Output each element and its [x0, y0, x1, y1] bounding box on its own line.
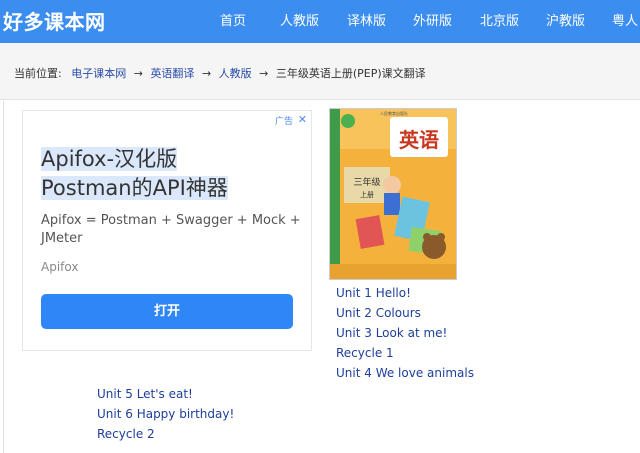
unit-link[interactable]: Unit 2 Colours [336, 306, 421, 320]
breadcrumb-arrow-icon: → [133, 67, 143, 80]
nav-item-home[interactable]: 首页 [220, 0, 246, 43]
book-volume: 上册 [360, 190, 374, 199]
book-title: 英语 [399, 128, 439, 152]
unit-list-left: Unit 5 Let's eat! Unit 6 Happy birthday!… [97, 387, 297, 447]
breadcrumb-link-home[interactable]: 电子课本网 [71, 67, 126, 80]
nav-item-yueren[interactable]: 粤人 [612, 0, 638, 43]
site-logo[interactable]: 好多课本网 [3, 6, 106, 35]
unit-link[interactable]: Unit 3 Look at me! [336, 326, 447, 340]
nav-item-renjiao[interactable]: 人教版 [280, 0, 319, 43]
breadcrumb-prefix: 当前位置: [14, 67, 62, 80]
ad-title[interactable]: Apifox-汉化版 Postman的API神器 [41, 145, 301, 203]
ad-label: 广告 [274, 117, 293, 127]
unit-link[interactable]: Unit 6 Happy birthday! [97, 407, 234, 421]
breadcrumb-link-english[interactable]: 英语翻译 [150, 67, 194, 80]
breadcrumb: 当前位置: 电子课本网 → 英语翻译 → 人教版 → 三年级英语上册(PEP)课… [0, 43, 640, 100]
top-nav-bar: 好多课本网 首页 人教版 译林版 外研版 北京版 沪教版 粤人 [0, 0, 640, 43]
unit-link[interactable]: Unit 1 Hello! [336, 286, 411, 300]
book-cover-illustration: 英语 人民教育出版社 三年级 上册 [330, 109, 456, 279]
ad-brand: Apifox [41, 260, 79, 274]
unit-link[interactable]: Recycle 1 [336, 346, 394, 360]
book-grade: 三年级 [353, 176, 380, 188]
open-button[interactable]: 打开 [41, 294, 293, 329]
ad-title-line1: Apifox-汉化版 [41, 147, 178, 171]
nav-item-yilin[interactable]: 译林版 [347, 0, 386, 43]
close-icon[interactable]: ✕ [298, 113, 307, 126]
nav-item-beijing[interactable]: 北京版 [480, 0, 519, 43]
nav-item-waiyan[interactable]: 外研版 [413, 0, 452, 43]
book-cover-image[interactable]: 英语 人民教育出版社 三年级 上册 [329, 108, 457, 280]
breadcrumb-arrow-icon: → [259, 67, 269, 80]
breadcrumb-link-renjiao[interactable]: 人教版 [219, 67, 252, 80]
unit-link[interactable]: Unit 4 We love animals [336, 366, 474, 380]
nav-item-hujiao[interactable]: 沪教版 [546, 0, 585, 43]
breadcrumb-arrow-icon: → [201, 67, 212, 80]
unit-list-right: Unit 1 Hello! Unit 2 Colours Unit 3 Look… [336, 286, 536, 386]
ad-description: Apifox = Postman + Swagger + Mock + JMet… [41, 213, 301, 246]
unit-link[interactable]: Unit 5 Let's eat! [97, 387, 193, 401]
ad-banner[interactable]: 广告 ✕ Apifox-汉化版 Postman的API神器 Apifox = P… [22, 110, 312, 351]
svg-text:人民教育出版社: 人民教育出版社 [380, 110, 408, 116]
unit-link[interactable]: Recycle 2 [97, 427, 155, 441]
breadcrumb-current: 三年级英语上册(PEP)课文翻译 [275, 67, 426, 80]
ad-title-line2: Postman的API神器 [41, 176, 228, 200]
